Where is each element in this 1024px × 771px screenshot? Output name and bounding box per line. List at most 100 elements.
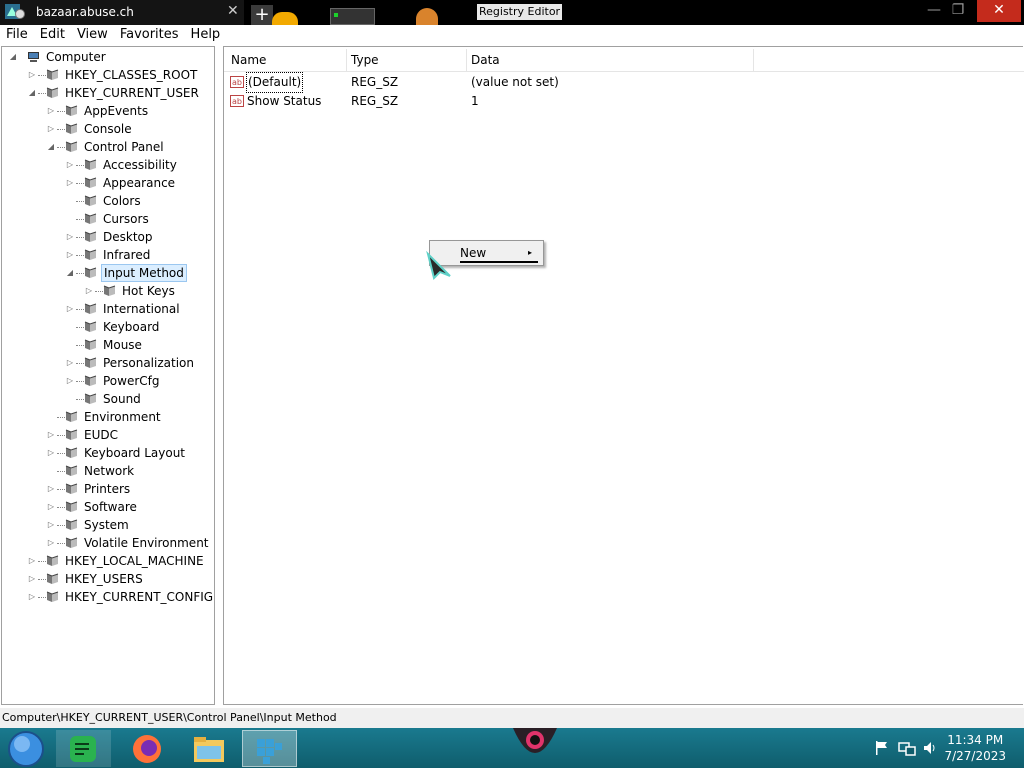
- expand-arrow-icon[interactable]: ▷: [46, 426, 56, 444]
- folder-icon: [84, 375, 97, 386]
- loading-spinner-icon: [15, 9, 25, 19]
- expand-arrow-icon[interactable]: ▷: [27, 66, 37, 84]
- tree-connector: [57, 453, 65, 454]
- tree-node-hkey-current-user[interactable]: ◢ HKEY_CURRENT_USER: [2, 84, 214, 102]
- tree-node-desktop[interactable]: ▷ Desktop: [2, 228, 214, 246]
- expand-arrow-icon[interactable]: ▷: [65, 246, 75, 264]
- value-data: 1: [471, 94, 479, 108]
- tree-node-label: Cursors: [103, 212, 149, 226]
- tree-node-volatile-environment[interactable]: ▷ Volatile Environment: [2, 534, 214, 552]
- taskbar-firefox[interactable]: [120, 730, 175, 767]
- expand-arrow-icon[interactable]: ▷: [65, 300, 75, 318]
- volume-icon[interactable]: [922, 740, 938, 756]
- tree-node-hkey-local-machine[interactable]: ▷ HKEY_LOCAL_MACHINE: [2, 552, 214, 570]
- expand-arrow-icon[interactable]: ▷: [46, 516, 56, 534]
- tree-node-appearance[interactable]: ▷ Appearance: [2, 174, 214, 192]
- expand-arrow-icon[interactable]: ▷: [65, 354, 75, 372]
- network-icon[interactable]: [898, 740, 916, 756]
- values-list[interactable]: Name Type Data ab (Default) REG_SZ (valu…: [223, 46, 1024, 705]
- column-header-data[interactable]: Data: [471, 53, 500, 67]
- tree-node-hkey-current-config[interactable]: ▷ HKEY_CURRENT_CONFIG: [2, 588, 214, 606]
- submenu-arrow-icon: ▸: [527, 248, 532, 257]
- expand-arrow-icon[interactable]: ▷: [27, 588, 37, 606]
- menu-favorites[interactable]: Favorites: [114, 25, 185, 44]
- system-clock[interactable]: 11:34 PM 7/27/2023: [944, 732, 1006, 764]
- tree-node-colors[interactable]: Colors: [2, 192, 214, 210]
- expand-arrow-icon[interactable]: ▷: [46, 120, 56, 138]
- tree-node-cursors[interactable]: Cursors: [2, 210, 214, 228]
- menu-file[interactable]: File: [0, 25, 34, 44]
- tree-node-hot-keys[interactable]: ▷ Hot Keys: [2, 282, 214, 300]
- expand-arrow-icon[interactable]: ▷: [65, 372, 75, 390]
- tree-node-software[interactable]: ▷ Software: [2, 498, 214, 516]
- tree-node-mouse[interactable]: Mouse: [2, 336, 214, 354]
- expand-arrow-icon[interactable]: ▷: [46, 444, 56, 462]
- list-row[interactable]: ab Show Status REG_SZ 1: [224, 92, 824, 111]
- value-name: (Default): [245, 72, 304, 93]
- taskbar-notes-app[interactable]: [56, 730, 111, 767]
- tree-node-computer[interactable]: ◢ Computer: [2, 48, 214, 66]
- value-data: (value not set): [471, 75, 559, 89]
- list-row[interactable]: ab (Default) REG_SZ (value not set): [224, 72, 824, 93]
- expand-arrow-icon[interactable]: ▷: [46, 534, 56, 552]
- tree-node-network[interactable]: Network: [2, 462, 214, 480]
- tree-node-personalization[interactable]: ▷ Personalization: [2, 354, 214, 372]
- taskbar-file-explorer[interactable]: [182, 730, 237, 767]
- registry-tree[interactable]: ◢ Computer ▷ HKEY_CLASSES_ROOT ◢ HKEY_CURRENT…: [1, 46, 215, 705]
- tree-node-hkey-classes-root[interactable]: ▷ HKEY_CLASSES_ROOT: [2, 66, 214, 84]
- expand-arrow-icon[interactable]: ▷: [65, 156, 75, 174]
- collapse-arrow-icon[interactable]: ◢: [65, 264, 75, 282]
- media-overlay-icon: [513, 728, 557, 753]
- value-name: Show Status: [247, 94, 322, 108]
- tree-node-sound[interactable]: Sound: [2, 390, 214, 408]
- expand-arrow-icon[interactable]: ▷: [65, 228, 75, 246]
- tab-close-icon[interactable]: ✕: [227, 3, 239, 19]
- collapse-arrow-icon[interactable]: ◢: [8, 48, 18, 66]
- menu-edit[interactable]: Edit: [34, 25, 71, 44]
- maximize-button[interactable]: ❐: [936, 0, 980, 22]
- tree-node-label: Sound: [103, 392, 141, 406]
- tree-node-powercfg[interactable]: ▷ PowerCfg: [2, 372, 214, 390]
- start-button[interactable]: [0, 730, 55, 767]
- tree-node-international[interactable]: ▷ International: [2, 300, 214, 318]
- collapse-arrow-icon[interactable]: ◢: [46, 138, 56, 156]
- column-header-name[interactable]: Name: [231, 53, 266, 67]
- expand-arrow-icon[interactable]: ▷: [27, 570, 37, 588]
- expand-arrow-icon[interactable]: ▷: [46, 480, 56, 498]
- tree-node-printers[interactable]: ▷ Printers: [2, 480, 214, 498]
- title-bar: bazaar.abuse.ch ✕ + Registry Editor — ❐ …: [0, 0, 1024, 25]
- tree-node-keyboard[interactable]: Keyboard: [2, 318, 214, 336]
- tree-node-control-panel[interactable]: ◢ Control Panel: [2, 138, 214, 156]
- tree-connector: [57, 129, 65, 130]
- column-header-type[interactable]: Type: [351, 53, 379, 67]
- browser-tab[interactable]: bazaar.abuse.ch ✕: [0, 0, 244, 25]
- tree-node-accessibility[interactable]: ▷ Accessibility: [2, 156, 214, 174]
- folder-icon: [46, 87, 59, 98]
- file-explorer-icon: [194, 737, 224, 762]
- tree-node-appevents[interactable]: ▷ AppEvents: [2, 102, 214, 120]
- tree-node-hkey-users[interactable]: ▷ HKEY_USERS: [2, 570, 214, 588]
- expand-arrow-icon[interactable]: ▷: [46, 102, 56, 120]
- taskbar-registry-editor[interactable]: [242, 730, 297, 767]
- tree-node-eudc[interactable]: ▷ EUDC: [2, 426, 214, 444]
- expand-arrow-icon[interactable]: ▷: [46, 498, 56, 516]
- action-center-flag-icon[interactable]: [874, 740, 890, 756]
- expand-arrow-icon[interactable]: ▷: [65, 174, 75, 192]
- menu-view[interactable]: View: [71, 25, 114, 44]
- close-button[interactable]: ✕: [977, 0, 1021, 22]
- expand-arrow-icon[interactable]: ▷: [84, 282, 94, 300]
- tree-node-environment[interactable]: Environment: [2, 408, 214, 426]
- registry-editor-icon: [257, 739, 282, 764]
- context-menu-new[interactable]: New ▸: [460, 243, 540, 263]
- folder-icon: [65, 501, 78, 512]
- expand-arrow-icon[interactable]: ▷: [27, 552, 37, 570]
- tree-node-infrared[interactable]: ▷ Infrared: [2, 246, 214, 264]
- tree-node-console[interactable]: ▷ Console: [2, 120, 214, 138]
- new-tab-button[interactable]: +: [251, 5, 273, 25]
- tree-node-system[interactable]: ▷ System: [2, 516, 214, 534]
- firefox-icon: [133, 735, 161, 763]
- collapse-arrow-icon[interactable]: ◢: [27, 84, 37, 102]
- menu-help[interactable]: Help: [185, 25, 227, 44]
- tree-node-keyboard-layout[interactable]: ▷ Keyboard Layout: [2, 444, 214, 462]
- tree-node-input-method[interactable]: ◢ Input Method: [2, 264, 214, 282]
